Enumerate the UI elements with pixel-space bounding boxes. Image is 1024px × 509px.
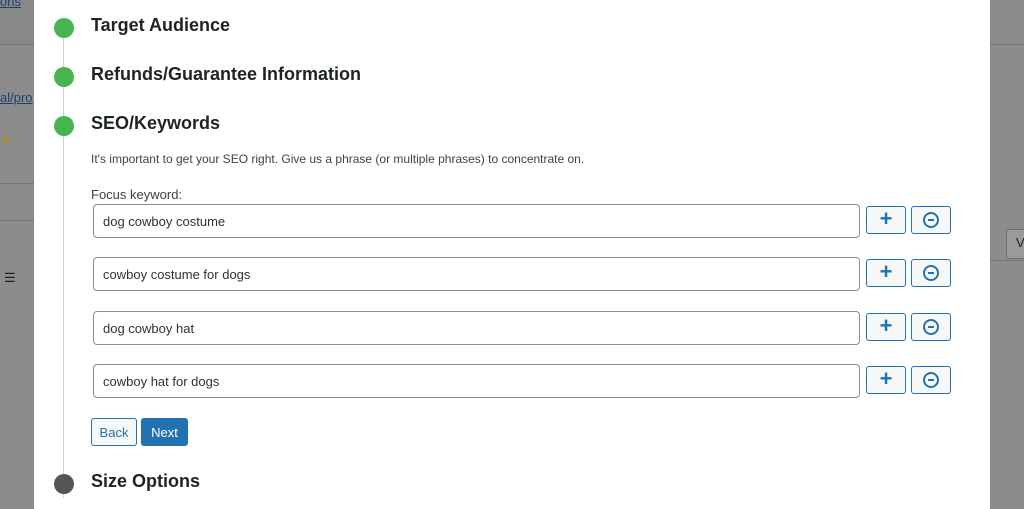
minus-circle-icon (923, 265, 939, 281)
step-title: Refunds/Guarantee Information (91, 64, 362, 84)
remove-keyword-button[interactable] (911, 259, 951, 287)
keyword-row: + (93, 311, 951, 345)
keyword-input[interactable] (93, 311, 860, 345)
step-title: Target Audience (91, 15, 231, 35)
add-keyword-button[interactable]: + (866, 259, 906, 287)
remove-keyword-button[interactable] (911, 313, 951, 341)
timeline-line (63, 28, 64, 498)
background-field-text: V (1016, 235, 1024, 250)
minus-circle-icon (923, 319, 939, 335)
keyword-input[interactable] (93, 364, 860, 398)
background-panel (0, 183, 34, 221)
background-divider-lower (990, 260, 1024, 261)
minus-circle-icon (923, 212, 939, 228)
sparkle-icon: ✦ (0, 132, 12, 148)
background-divider (990, 44, 1024, 45)
wizard-modal: Target Audience Refunds/Guarantee Inform… (34, 0, 990, 509)
plus-icon: + (879, 313, 893, 338)
step-pending-dot (54, 474, 74, 494)
step-complete-dot (54, 67, 74, 87)
add-keyword-button[interactable]: + (866, 206, 906, 234)
focus-keyword-label: Focus keyword: (91, 187, 183, 202)
background-link: ons (0, 0, 21, 9)
remove-keyword-button[interactable] (911, 206, 951, 234)
plus-icon: + (879, 259, 893, 284)
step-complete-dot (54, 18, 74, 38)
keyword-input[interactable] (93, 257, 860, 291)
keyword-row: + (93, 204, 951, 238)
step-complete-dot (54, 116, 74, 136)
step-title: Size Options (91, 471, 201, 491)
remove-keyword-button[interactable] (911, 366, 951, 394)
step-title: SEO/Keywords (91, 113, 221, 133)
next-button[interactable]: Next (141, 418, 188, 446)
keyword-input[interactable] (93, 204, 860, 238)
add-keyword-button[interactable]: + (866, 313, 906, 341)
plus-icon: + (879, 366, 893, 391)
keyword-row: + (93, 257, 951, 291)
add-keyword-button[interactable]: + (866, 366, 906, 394)
list-icon: ☰ (4, 270, 16, 285)
seo-description: It's important to get your SEO right. Gi… (91, 152, 585, 166)
back-button[interactable]: Back (91, 418, 137, 446)
plus-icon: + (879, 206, 893, 231)
keyword-row: + (93, 364, 951, 398)
background-link-path: al/pro (0, 90, 33, 105)
minus-circle-icon (923, 372, 939, 388)
